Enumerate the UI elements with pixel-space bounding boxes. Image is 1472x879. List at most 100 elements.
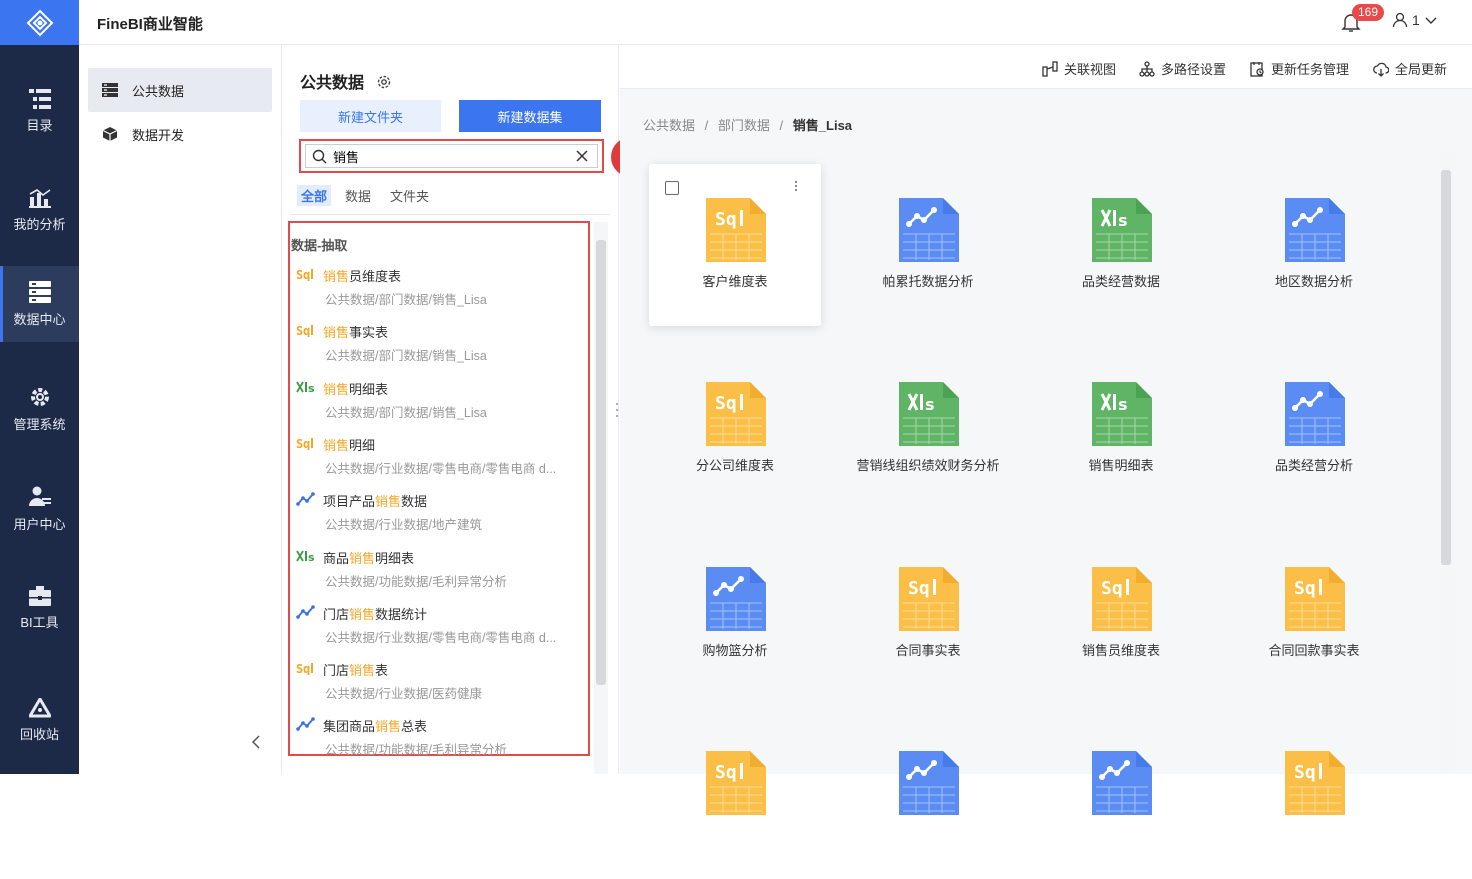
- dataset-card[interactable]: s 营销线组织绩效财务分析: [842, 348, 1014, 510]
- result-path: 公共数据/部门数据/销售_Lisa: [325, 405, 487, 420]
- dataset-card[interactable]: Sq 合同事实表: [842, 533, 1014, 695]
- global-update-button[interactable]: 全局更新: [1373, 59, 1447, 78]
- breadcrumb-separator: /: [779, 118, 784, 133]
- settings-gear-icon[interactable]: [376, 74, 392, 90]
- nav-item-directory[interactable]: 目录: [0, 73, 79, 149]
- result-title-highlight: 销售: [323, 325, 350, 341]
- breadcrumb-separator: /: [704, 118, 709, 133]
- user-menu[interactable]: 1: [1392, 12, 1438, 28]
- search-result-item[interactable]: 项目产品销售数据 公共数据/行业数据/地产建筑: [296, 489, 586, 545]
- result-title-prefix: 项目产品: [323, 494, 376, 510]
- card-label: 销售员维度表: [1081, 643, 1160, 658]
- dataset-card[interactable]: s 销售明细表: [1035, 348, 1207, 510]
- sql-dataset-icon: Sq: [1283, 751, 1345, 818]
- subnav-label: 公共数据: [132, 83, 185, 99]
- filter-tab-data[interactable]: 数据: [341, 185, 375, 206]
- global-update-label: 全局更新: [1395, 62, 1448, 77]
- subnav-public-data[interactable]: 公共数据: [88, 68, 272, 112]
- clear-search-icon[interactable]: [575, 149, 589, 163]
- card-more-icon[interactable]: [794, 180, 798, 195]
- dataset-card[interactable]: 品类经营分析: [1228, 348, 1400, 510]
- search-result-item[interactable]: Sq 门店销售表 公共数据/行业数据/医药健康: [296, 658, 586, 714]
- grid-scrollbar-thumb[interactable]: [1441, 170, 1451, 565]
- update-task-button[interactable]: 更新任务管理: [1249, 59, 1349, 78]
- chart-file-icon: [296, 604, 316, 619]
- search-result-item[interactable]: 门店销售数据统计 公共数据/行业数据/零售电商/零售电商 d...: [296, 602, 586, 658]
- subnav-label: 数据开发: [132, 127, 185, 143]
- sql-dataset-icon: Sq: [704, 751, 766, 818]
- sql-file-icon: Sq: [296, 323, 316, 338]
- search-result-item[interactable]: Sq 销售员维度表 公共数据/部门数据/销售_Lisa: [296, 264, 586, 320]
- nav-item-recycle-bin[interactable]: 回收站: [0, 682, 79, 758]
- nav-item-bi-tools[interactable]: BI工具: [0, 570, 79, 646]
- result-path: 公共数据/部门数据/销售_Lisa: [325, 349, 487, 364]
- card-label: 客户维度表: [702, 274, 768, 289]
- search-input[interactable]: [333, 148, 573, 164]
- result-title: 销售事实表: [323, 322, 388, 341]
- sql-file-icon: Sq: [296, 267, 316, 282]
- nav-label: BI工具: [20, 614, 59, 630]
- dataset-card[interactable]: 地区数据分析: [1228, 164, 1400, 326]
- server-icon: [102, 83, 118, 97]
- results-scrollbar-thumb[interactable]: [596, 240, 606, 685]
- toolbox-icon: [28, 585, 51, 606]
- svg-text:s: s: [1118, 395, 1128, 414]
- result-title-highlight: 销售: [323, 437, 350, 453]
- app-title: FineBI商业智能: [97, 16, 203, 33]
- dataset-card[interactable]: [1035, 717, 1207, 879]
- breadcrumb-mid[interactable]: 部门数据: [718, 118, 770, 133]
- dataset-card[interactable]: 帕累托数据分析: [842, 164, 1014, 326]
- xls-file-icon: s: [296, 549, 316, 564]
- relation-view-label: 关联视图: [1064, 62, 1117, 77]
- nav-item-management[interactable]: 管理系统: [0, 371, 79, 447]
- card-checkbox[interactable]: [665, 181, 679, 195]
- dataset-card[interactable]: Sq: [649, 717, 821, 879]
- finebi-logo[interactable]: [0, 0, 79, 45]
- svg-text:Sq: Sq: [1294, 578, 1316, 599]
- multi-path-button[interactable]: 多路径设置: [1139, 59, 1226, 78]
- filter-tab-all[interactable]: 全部: [297, 185, 332, 206]
- new-dataset-button[interactable]: 新建数据集: [459, 100, 601, 132]
- nav-label: 数据中心: [13, 311, 66, 327]
- dataset-card[interactable]: 购物篮分析: [649, 533, 821, 695]
- dataset-card[interactable]: Sq 销售员维度表: [1035, 533, 1207, 695]
- result-title-suffix: 数据: [401, 494, 428, 510]
- relation-view-button[interactable]: 关联视图: [1042, 59, 1116, 78]
- result-title: 门店销售数据统计: [323, 604, 427, 623]
- sql-dataset-icon: Sq: [704, 382, 766, 449]
- svg-text:Sq: Sq: [908, 578, 930, 599]
- result-path: 公共数据/行业数据/零售电商/零售电商 d...: [325, 461, 557, 476]
- search-result-item[interactable]: Sq 销售明细 公共数据/行业数据/零售电商/零售电商 d...: [296, 433, 586, 489]
- dataset-card[interactable]: Sq 分公司维度表: [649, 348, 821, 510]
- card-label: 销售明细表: [1088, 458, 1154, 473]
- subnav-data-dev[interactable]: 数据开发: [88, 112, 272, 156]
- svg-text:q: q: [303, 437, 310, 450]
- dataset-card[interactable]: s 品类经营数据: [1035, 164, 1207, 326]
- nav-item-data-center[interactable]: 数据中心: [0, 266, 79, 342]
- card-label: 分公司维度表: [695, 458, 774, 473]
- dataset-card[interactable]: [842, 717, 1014, 879]
- result-title-highlight: 销售: [349, 663, 376, 679]
- filter-tab-folder[interactable]: 文件夹: [386, 185, 433, 206]
- breadcrumb-root[interactable]: 公共数据: [643, 118, 695, 133]
- user-name: 1: [1412, 12, 1420, 28]
- nav-item-user-center[interactable]: 用户中心: [0, 471, 79, 547]
- result-title: 销售明细: [323, 435, 375, 454]
- search-result-item[interactable]: 集团商品销售总表 公共数据/功能数据/毛利异常分析: [296, 714, 586, 770]
- search-result-item[interactable]: s 商品销售明细表 公共数据/功能数据/毛利异常分析: [296, 546, 586, 602]
- search-result-item[interactable]: s 销售明细表 公共数据/部门数据/销售_Lisa: [296, 377, 586, 433]
- main-nav: 目录 我的分析 数据中心 管理系统 用户中心 BI工具 回收站: [0, 45, 79, 774]
- dataset-card[interactable]: Sq 合同回款事实表: [1228, 533, 1400, 695]
- dataset-card[interactable]: Sq: [1228, 717, 1400, 879]
- xls-file-icon: s: [296, 380, 316, 395]
- svg-text:s: s: [308, 382, 315, 394]
- nav-label: 管理系统: [13, 416, 66, 432]
- svg-text:Sq: Sq: [715, 393, 737, 414]
- nav-item-my-analysis[interactable]: 我的分析: [0, 172, 79, 248]
- new-folder-button[interactable]: 新建文件夹: [300, 100, 441, 132]
- sql-dataset-icon: Sq: [1283, 567, 1345, 634]
- search-result-item[interactable]: Sq 销售事实表公共数据/部门数据/销售_Lisa: [296, 320, 586, 376]
- result-title-prefix: 集团商品: [323, 719, 376, 735]
- result-title-highlight: 销售: [375, 494, 402, 510]
- collapse-sidebar-icon[interactable]: [250, 734, 262, 755]
